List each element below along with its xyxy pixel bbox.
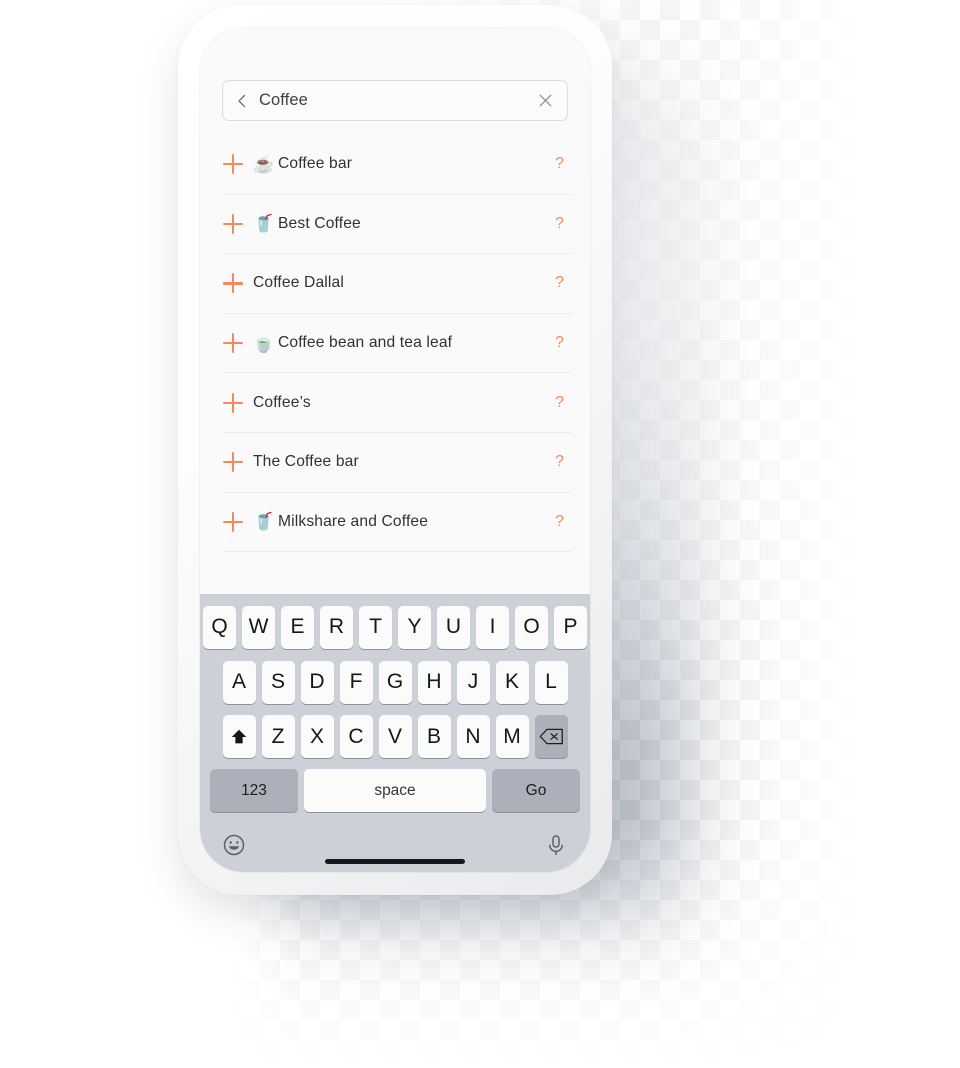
info-icon[interactable]: ?: [555, 274, 572, 292]
list-item[interactable]: ☕ Coffee bar ?: [222, 135, 572, 195]
key-a[interactable]: A: [222, 660, 256, 704]
hot-beverage-emoji: ☕: [253, 154, 275, 174]
to-go-cup-emoji: 🥤: [253, 214, 275, 234]
list-item-label: The Coffee bar: [253, 453, 359, 471]
plus-icon[interactable]: [223, 392, 243, 413]
cup-with-straw-emoji: 🥤: [253, 512, 275, 532]
key-g[interactable]: G: [378, 660, 412, 704]
key-j[interactable]: J: [456, 660, 490, 704]
search-results-list: ☕ Coffee bar ? 🥤 Best Coffee ? Coffee Da…: [222, 135, 572, 553]
smiley-face-icon[interactable]: [222, 833, 246, 857]
keyboard-row-3: Z X C V B N M: [200, 710, 590, 765]
list-item-label: Coffee’s: [253, 393, 311, 411]
on-screen-keyboard: Q W E R T Y U I O P A S D F G H J K L Z …: [200, 594, 590, 872]
list-item[interactable]: 🥤 Milkshare and Coffee ?: [222, 493, 572, 553]
key-w[interactable]: W: [242, 605, 275, 649]
plus-icon[interactable]: [223, 154, 243, 175]
backspace-icon[interactable]: [534, 715, 568, 759]
key-u[interactable]: U: [437, 605, 470, 649]
microphone-icon[interactable]: [544, 833, 568, 857]
phone-screen: Coffee ☕ Coffee bar ? 🥤 Best Coffee ? Co…: [200, 28, 590, 872]
key-x[interactable]: X: [300, 715, 334, 759]
numbers-key[interactable]: 123: [210, 769, 298, 813]
plus-icon[interactable]: [223, 333, 243, 354]
key-b[interactable]: B: [417, 715, 451, 759]
key-t[interactable]: T: [359, 605, 392, 649]
info-icon[interactable]: ?: [555, 215, 572, 233]
info-icon[interactable]: ?: [555, 155, 572, 173]
go-key[interactable]: Go: [492, 769, 580, 813]
keyboard-bottom-bar: [200, 817, 590, 872]
info-icon[interactable]: ?: [555, 394, 572, 412]
key-n[interactable]: N: [456, 715, 490, 759]
key-k[interactable]: K: [495, 660, 529, 704]
key-p[interactable]: P: [554, 605, 587, 649]
key-c[interactable]: C: [339, 715, 373, 759]
list-item[interactable]: 🥤 Best Coffee ?: [222, 195, 572, 255]
key-s[interactable]: S: [261, 660, 295, 704]
key-z[interactable]: Z: [261, 715, 295, 759]
list-item[interactable]: 🍵 Coffee bean and tea leaf ?: [222, 314, 572, 374]
shift-up-arrow-icon[interactable]: [222, 715, 256, 759]
key-r[interactable]: R: [320, 605, 353, 649]
list-item-label: Coffee bar: [278, 155, 353, 173]
key-i[interactable]: I: [476, 605, 509, 649]
info-icon[interactable]: ?: [555, 513, 572, 531]
list-item[interactable]: Coffee’s ?: [222, 373, 572, 433]
key-o[interactable]: O: [515, 605, 548, 649]
close-icon[interactable]: [538, 93, 553, 108]
key-h[interactable]: H: [417, 660, 451, 704]
keyboard-row-1: Q W E R T Y U I O P: [200, 594, 590, 655]
key-d[interactable]: D: [300, 660, 334, 704]
chevron-left-icon[interactable]: [235, 94, 249, 108]
keyboard-row-4: 123 space Go: [200, 764, 590, 817]
phone-device-frame: Coffee ☕ Coffee bar ? 🥤 Best Coffee ? Co…: [178, 5, 612, 895]
search-bar[interactable]: Coffee: [222, 80, 568, 121]
list-item[interactable]: The Coffee bar ?: [222, 433, 572, 493]
info-icon[interactable]: ?: [555, 334, 572, 352]
list-item-label: Best Coffee: [278, 214, 361, 232]
plus-icon[interactable]: [223, 511, 243, 532]
teacup-emoji: 🍵: [253, 333, 275, 353]
key-e[interactable]: E: [281, 605, 314, 649]
list-item-label: Milkshare and Coffee: [278, 512, 429, 530]
list-item-label: Coffee Dallal: [253, 274, 344, 292]
key-l[interactable]: L: [534, 660, 568, 704]
key-q[interactable]: Q: [203, 605, 236, 649]
keyboard-row-2: A S D F G H J K L: [200, 655, 590, 710]
key-f[interactable]: F: [339, 660, 373, 704]
search-app: Coffee ☕ Coffee bar ? 🥤 Best Coffee ? Co…: [200, 28, 590, 594]
plus-icon[interactable]: [223, 452, 243, 473]
key-m[interactable]: M: [495, 715, 529, 759]
plus-icon[interactable]: [223, 213, 243, 234]
search-input[interactable]: Coffee: [259, 91, 538, 110]
key-v[interactable]: V: [378, 715, 412, 759]
info-icon[interactable]: ?: [555, 453, 572, 471]
list-item[interactable]: Coffee Dallal ?: [222, 254, 572, 314]
home-indicator: [325, 859, 465, 865]
list-item-label: Coffee bean and tea leaf: [278, 334, 453, 352]
key-y[interactable]: Y: [398, 605, 431, 649]
space-key[interactable]: space: [304, 769, 486, 813]
plus-icon[interactable]: [223, 273, 243, 294]
